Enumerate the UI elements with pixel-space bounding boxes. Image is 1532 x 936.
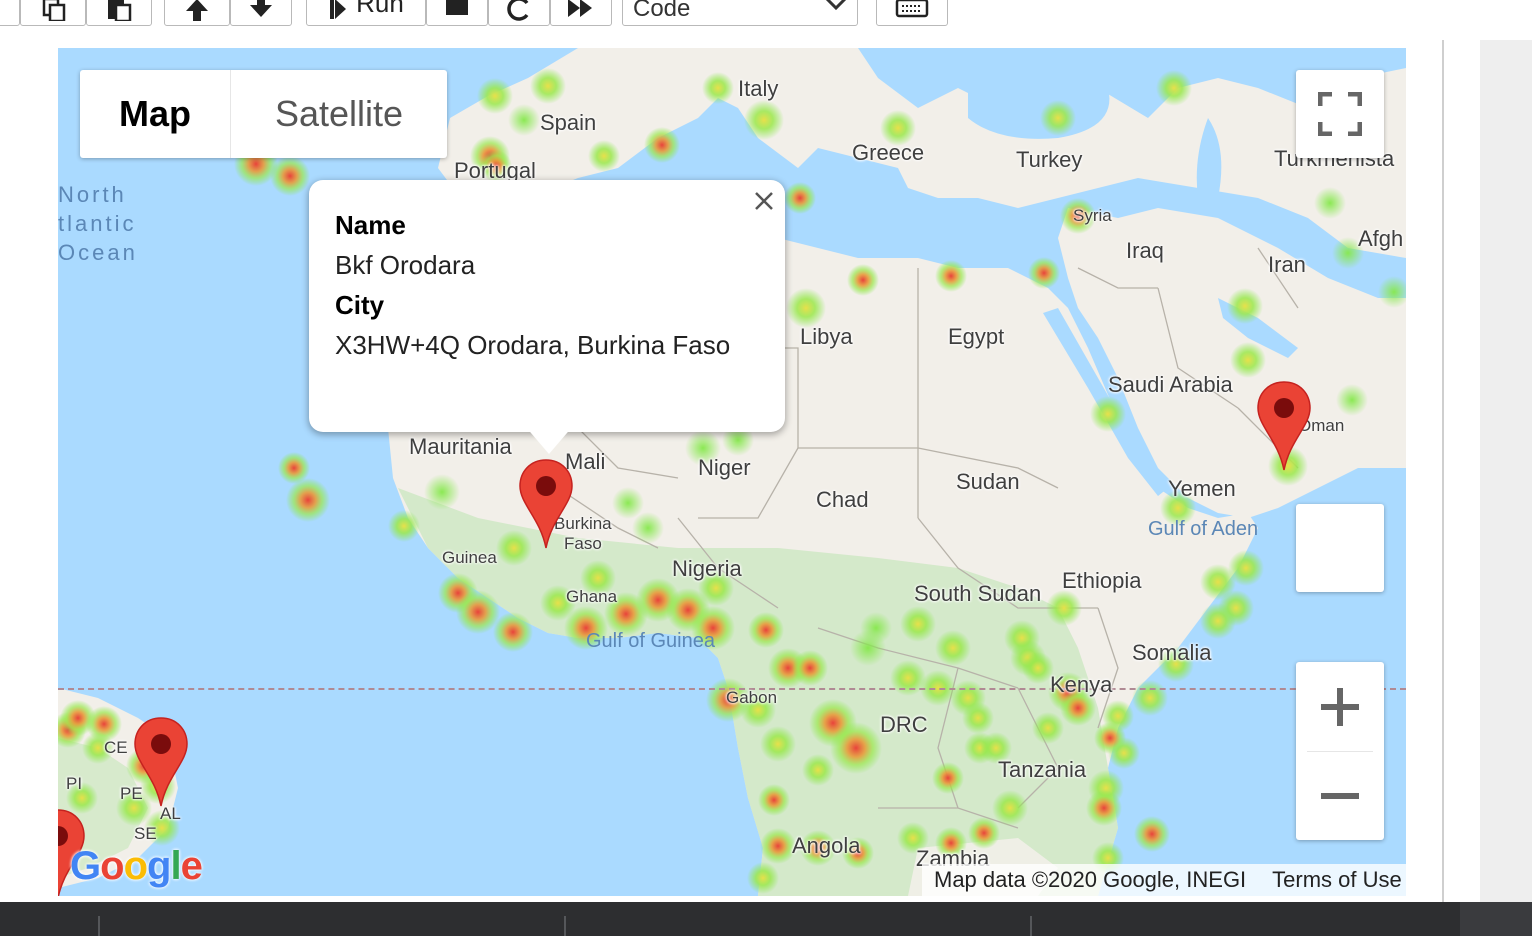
chevron-down-icon: [825, 0, 847, 11]
keyboard-icon: [895, 0, 929, 20]
country-label-chad: Chad: [816, 487, 869, 512]
country-label-tanzania: Tanzania: [998, 757, 1087, 782]
copy-button[interactable]: [20, 0, 86, 26]
close-icon: [755, 192, 773, 210]
country-label-sudan: Sudan: [956, 469, 1020, 494]
ocean-label-line-2: tlantic: [58, 211, 137, 236]
stop-button[interactable]: [426, 0, 488, 26]
country-label-spain: Spain: [540, 110, 597, 135]
run-button[interactable]: Run: [306, 0, 426, 26]
heatmap-map[interactable]: North tlantic Ocean Italy Spain Portugal…: [58, 48, 1406, 896]
bottom-taskbar: [0, 902, 1532, 936]
map-type-control: Map Satellite: [80, 70, 447, 158]
info-window-city-heading: City: [335, 290, 385, 320]
map-marker-bkf-orodara[interactable]: [518, 458, 574, 550]
restart-button[interactable]: [488, 0, 550, 26]
stop-icon: [443, 0, 471, 21]
country-label-greece: Greece: [852, 140, 925, 165]
notebook-right-gutter: [1480, 40, 1532, 902]
country-label-saudi-arabia: Saudi Arabia: [1108, 372, 1233, 397]
move-up-icon: [182, 0, 212, 21]
map-attribution-bar: Map data ©2020 Google, INEGI Terms of Us…: [922, 864, 1406, 896]
country-label-iran: Iran: [1268, 252, 1306, 277]
water-label-gulf-of-guinea: Gulf of Guinea: [586, 630, 715, 652]
country-label-angola: Angola: [792, 833, 861, 858]
country-label-afghanistan: Afgh: [1358, 226, 1404, 251]
paste-button[interactable]: [86, 0, 152, 26]
map-type-map-button[interactable]: Map: [80, 70, 231, 158]
run-icon: [328, 0, 348, 21]
cut-button[interactable]: [0, 0, 20, 26]
info-window-city-value: X3HW+4Q Orodara, Burkina Faso: [335, 330, 731, 360]
country-label-ethiopia: Ethiopia: [1062, 568, 1142, 593]
command-palette-button[interactable]: [876, 0, 948, 26]
country-label-somalia: Somalia: [1132, 640, 1212, 665]
country-label-iraq: Iraq: [1126, 238, 1164, 263]
country-label-libya: Libya: [800, 324, 853, 349]
ocean-label-line-3: Ocean: [58, 240, 138, 265]
country-label-ghana: Ghana: [566, 587, 618, 606]
country-label-drc: DRC: [880, 712, 928, 737]
paste-icon: [104, 0, 134, 21]
country-label-italy: Italy: [738, 76, 779, 101]
fast-forward-button[interactable]: [550, 0, 612, 26]
terms-of-use-link[interactable]: Terms of Use: [1272, 867, 1402, 893]
country-label-syria: Syria: [1073, 206, 1112, 225]
state-label-se: SE: [134, 824, 157, 843]
country-label-mauritania: Mauritania: [409, 434, 512, 459]
taskbar-tray[interactable]: [1460, 902, 1532, 936]
info-window: Name Bkf Orodara City X3HW+4Q Orodara, B…: [309, 180, 785, 454]
country-label-turkey: Turkey: [1016, 147, 1083, 172]
country-label-guinea: Guinea: [442, 548, 497, 567]
country-label-egypt: Egypt: [948, 324, 1005, 349]
info-window-name-heading: Name: [335, 210, 406, 240]
restart-icon: [505, 0, 533, 21]
fast-forward-icon: [566, 0, 596, 21]
ocean-label-line-1: North: [58, 182, 127, 207]
zoom-control: [1296, 662, 1384, 840]
country-label-gabon: Gabon: [726, 688, 778, 707]
zoom-in-button[interactable]: [1296, 663, 1384, 751]
fullscreen-icon: [1318, 92, 1362, 136]
cell-type-value: Code: [633, 0, 691, 22]
info-window-tail: [525, 426, 573, 454]
notebook-toolbar: Run Code: [0, 0, 1532, 40]
country-label-niger: Niger: [698, 455, 751, 480]
run-label: Run: [356, 0, 404, 18]
map-marker-oman[interactable]: [1256, 380, 1312, 472]
map-attribution-text: Map data ©2020 Google, INEGI: [934, 867, 1247, 892]
map-marker-brazil[interactable]: [133, 716, 189, 808]
move-down-icon: [246, 0, 276, 21]
state-label-ce: CE: [104, 738, 128, 757]
water-label-gulf-of-aden: Gulf of Aden: [1148, 518, 1259, 540]
zoom-out-icon: [1321, 792, 1359, 799]
country-label-kenya: Kenya: [1050, 672, 1113, 697]
country-label-nigeria: Nigeria: [672, 556, 742, 581]
state-label-pi: PI: [66, 774, 83, 793]
zoom-out-button[interactable]: [1296, 752, 1384, 840]
google-logo[interactable]: Google: [70, 844, 203, 889]
country-label-yemen: Yemen: [1168, 476, 1236, 501]
info-window-close-button[interactable]: [749, 186, 779, 216]
fullscreen-button[interactable]: [1296, 70, 1384, 158]
taskbar-divider: [98, 916, 100, 936]
cell-type-select[interactable]: Code: [622, 0, 858, 26]
info-window-name-value: Bkf Orodara: [335, 250, 476, 280]
zoom-in-icon: [1321, 687, 1359, 726]
taskbar-divider: [1030, 916, 1032, 936]
taskbar-divider: [564, 916, 566, 936]
move-up-button[interactable]: [164, 0, 230, 26]
country-label-south-sudan: South Sudan: [914, 581, 1042, 606]
move-down-button[interactable]: [230, 0, 292, 26]
map-type-satellite-button[interactable]: Satellite: [231, 70, 447, 158]
copy-icon: [38, 0, 68, 21]
street-view-control[interactable]: [1296, 504, 1384, 592]
